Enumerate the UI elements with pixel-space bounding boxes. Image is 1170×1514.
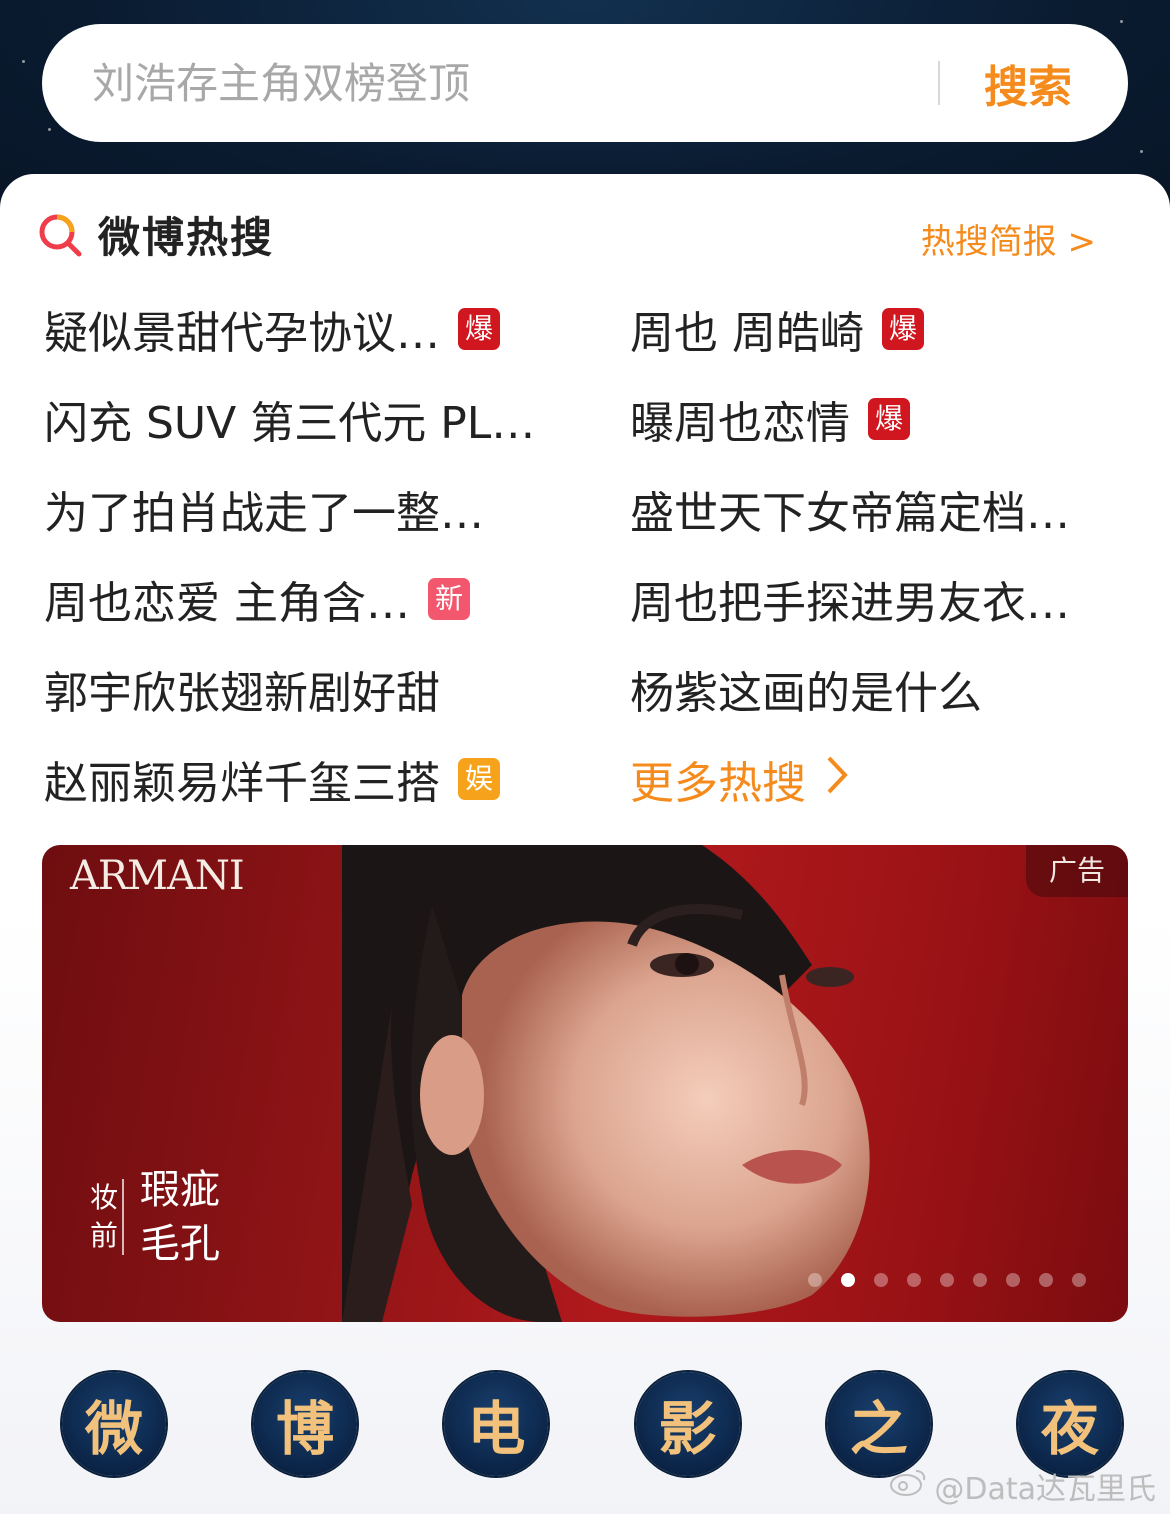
ad-slogan-big: 瑕疵 毛孔 [140,1163,220,1271]
carousel-dot[interactable] [973,1273,987,1287]
hot-search-item-text: 盛世天下女帝篇定档… [630,488,1070,539]
carousel-dot[interactable] [808,1273,822,1287]
event-char-badge: 夜 [1017,1372,1122,1476]
content-card: 微博热搜 热搜简报 > 疑似景甜代孕协议… 爆 周也 周皓崎 爆 闪充 SUV … [0,174,1170,1514]
weibo-movie-night-banner[interactable]: 微 博 电 影 之 夜 [62,1372,1122,1478]
hot-search-item-text: 为了拍肖战走了一整… [44,488,484,539]
hot-search-title: 微博热搜 [98,213,275,262]
event-char-badge: 电 [444,1372,549,1476]
ad-slogan: 妆前 瑕疵 毛孔 [90,1163,220,1271]
hot-search-item[interactable]: 赵丽颖易烊千玺三搭 娱 [44,734,630,824]
search-button[interactable]: 搜索 [984,51,1072,115]
ad-model-image [342,845,870,1322]
hot-search-logo-icon [36,211,84,259]
hot-search-item[interactable]: 疑似景甜代孕协议… 爆 [44,284,630,374]
hot-search-item-text: 闪充 SUV 第三代元 PL… [44,398,536,449]
event-char-badge: 影 [635,1372,740,1476]
hot-badge-entertainment: 娱 [458,758,500,800]
ad-brand-logo: ARMANI [70,853,245,899]
carousel-dot[interactable] [874,1273,888,1287]
chevron-right-icon [826,752,848,806]
watermark: @Data达瓦里氏 [888,1464,1156,1508]
hot-badge-new: 新 [428,578,470,620]
ad-label-badge: 广告 [1026,845,1128,897]
more-hot-search-link[interactable]: 更多热搜 [630,734,1134,824]
hot-search-item[interactable]: 盛世天下女帝篇定档… [630,464,1134,554]
hot-search-item[interactable]: 杨紫这画的是什么 [630,644,1134,734]
ad-banner[interactable]: ARMANI 广告 妆前 瑕疵 毛孔 [42,845,1128,1322]
hot-search-item[interactable]: 周也把手探进男友衣… [630,554,1134,644]
carousel-dot[interactable] [940,1273,954,1287]
hot-search-item-text: 赵丽颖易烊千玺三搭 [44,758,440,809]
watermark-text: @Data达瓦里氏 [934,1472,1156,1507]
hot-search-item-text: 周也恋爱 主角含… [44,578,410,629]
search-input[interactable] [42,24,938,142]
weibo-icon [888,1467,928,1505]
ad-slogan-line: 瑕疵 [140,1167,220,1213]
hot-report-link[interactable]: 热搜简报 > [921,214,1096,263]
hot-search-header: 微博热搜 [36,204,274,265]
hot-search-item[interactable]: 曝周也恋情 爆 [630,374,1134,464]
ad-slogan-line: 毛孔 [140,1221,220,1267]
carousel-dot[interactable] [1072,1273,1086,1287]
event-char-badge: 博 [253,1372,358,1476]
hot-search-item-text: 杨紫这画的是什么 [630,668,982,719]
event-char-badge: 微 [62,1372,166,1476]
hot-search-item[interactable]: 闪充 SUV 第三代元 PL… [44,374,630,464]
hot-search-item[interactable]: 郭宇欣张翅新剧好甜 [44,644,630,734]
hot-badge-burst: 爆 [882,308,924,350]
carousel-indicator[interactable] [808,1273,1105,1287]
hot-search-item-text: 疑似景甜代孕协议… [44,308,440,359]
hot-badge-burst: 爆 [458,308,500,350]
hot-search-item-text: 周也 周皓崎 [630,308,864,359]
search-divider [938,61,940,105]
hot-badge-burst: 爆 [868,398,910,440]
ad-slogan-small: 妆前 [90,1179,124,1255]
event-char-badge: 之 [826,1372,931,1476]
hot-search-item-text: 郭宇欣张翅新剧好甜 [44,668,440,719]
hot-search-item[interactable]: 为了拍肖战走了一整… [44,464,630,554]
carousel-dot[interactable] [1039,1273,1053,1287]
search-bar[interactable]: 搜索 [42,24,1128,142]
carousel-dot[interactable] [907,1273,921,1287]
carousel-dot[interactable] [841,1273,855,1287]
carousel-dot[interactable] [1006,1273,1020,1287]
hot-search-list: 疑似景甜代孕协议… 爆 周也 周皓崎 爆 闪充 SUV 第三代元 PL… 曝周也… [44,284,1134,824]
hot-search-item-text: 曝周也恋情 [630,398,850,449]
hot-search-item[interactable]: 周也 周皓崎 爆 [630,284,1134,374]
hot-search-item-text: 周也把手探进男友衣… [630,578,1070,629]
more-hot-search-label: 更多热搜 [630,758,806,809]
hot-search-item[interactable]: 周也恋爱 主角含… 新 [44,554,630,644]
